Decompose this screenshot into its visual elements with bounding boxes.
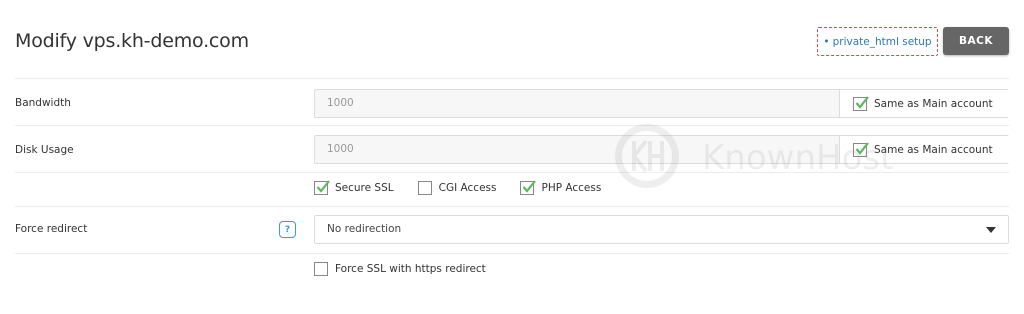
bandwidth-same-as-main[interactable]: Same as Main account: [839, 90, 1009, 117]
option-cgi-access[interactable]: CGI Access: [417, 181, 497, 195]
checkmark-icon: [855, 95, 869, 109]
force-ssl-label: Force SSL with https redirect: [335, 263, 486, 275]
secure-ssl-label: Secure SSL: [335, 182, 394, 194]
disk-usage-same-label: Same as Main account: [874, 143, 993, 156]
force-redirect-selected: No redirection: [327, 223, 402, 235]
setup-link-label: private_html setup: [832, 35, 932, 48]
force-ssl-option[interactable]: Force SSL with https redirect: [314, 262, 486, 276]
disk-usage-value: 1000: [327, 143, 354, 155]
option-php-access[interactable]: PHP Access: [520, 180, 602, 195]
back-button[interactable]: BACK: [943, 27, 1009, 55]
php-access-checkbox[interactable]: [520, 180, 537, 195]
divider: [15, 253, 1009, 254]
cgi-access-label: CGI Access: [438, 182, 497, 194]
disk-usage-field[interactable]: 1000 Same as Main account: [314, 135, 1009, 164]
divider: [15, 172, 1009, 173]
checkmark-icon: [523, 180, 537, 193]
bandwidth-label: Bandwidth: [15, 97, 71, 109]
bandwidth-value: 1000: [327, 97, 354, 109]
private-html-setup-link[interactable]: • private_html setup: [817, 27, 938, 56]
secure-ssl-checkbox[interactable]: [314, 180, 330, 195]
help-icon[interactable]: ?: [279, 221, 296, 238]
divider: [15, 125, 1009, 126]
bandwidth-same-label: Same as Main account: [874, 97, 993, 110]
divider: [15, 206, 1009, 207]
page-title: Modify vps.kh-demo.com: [15, 30, 249, 52]
option-secure-ssl[interactable]: Secure SSL: [314, 180, 394, 195]
force-redirect-label: Force redirect: [15, 223, 88, 235]
force-redirect-select[interactable]: No redirection: [314, 215, 1009, 244]
disk-usage-same-as-main[interactable]: Same as Main account: [839, 136, 1009, 163]
checkmark-icon: [316, 180, 330, 193]
force-ssl-checkbox[interactable]: [314, 262, 328, 276]
caret-down-icon: [986, 227, 996, 233]
disk-usage-same-checkbox[interactable]: [853, 141, 869, 157]
access-options: Secure SSL CGI Access PHP Access: [314, 180, 625, 195]
bandwidth-field[interactable]: 1000 Same as Main account: [314, 89, 1009, 118]
checkmark-icon: [855, 141, 869, 155]
divider: [15, 78, 1009, 79]
bullet: •: [823, 35, 830, 48]
disk-usage-label: Disk Usage: [15, 144, 74, 156]
cgi-access-checkbox[interactable]: [417, 181, 432, 195]
php-access-label: PHP Access: [541, 182, 602, 194]
bandwidth-same-checkbox[interactable]: [853, 95, 869, 111]
